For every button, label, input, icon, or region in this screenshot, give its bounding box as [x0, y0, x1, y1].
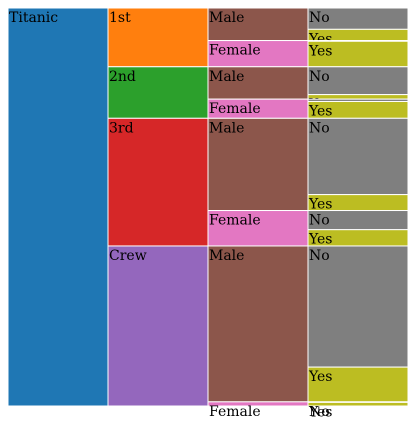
label-titanic-1st-male: Male	[209, 10, 244, 26]
label-titanic-2nd: 2nd	[109, 69, 136, 85]
label-titanic-3rd-male-no: No	[309, 120, 330, 136]
label-titanic-3rd-female-no: No	[309, 213, 330, 229]
cell-titanic	[7, 7, 109, 407]
label-titanic-2nd-male-no: No	[309, 69, 330, 85]
label-titanic-crew-male-no: No	[309, 248, 330, 264]
label-titanic-3rd: 3rd	[109, 120, 134, 136]
label-titanic-crew-female: Female	[209, 404, 261, 420]
icicle-chart: Titanic1stMaleNoYesFemaleNoYes2ndMaleNoY…	[7, 7, 409, 420]
cell-titanic-3rd	[107, 117, 209, 247]
label-titanic-3rd-female-yes: Yes	[308, 232, 333, 248]
label-titanic-1st-female: Female	[209, 43, 261, 59]
label-titanic-3rd-female: Female	[209, 213, 261, 229]
label-titanic-2nd-female: Female	[209, 101, 261, 117]
label-titanic-3rd-male: Male	[209, 120, 244, 136]
label-titanic: Titanic	[9, 10, 58, 26]
label-titanic-1st-male-no: No	[309, 10, 330, 26]
label-titanic-crew-female-yes: Yes	[308, 404, 333, 420]
label-titanic-crew-male-yes: Yes	[308, 369, 333, 385]
label-titanic-crew: Crew	[109, 248, 147, 264]
cell-titanic-crew-male-no	[307, 245, 409, 368]
label-titanic-2nd-male: Male	[209, 69, 244, 85]
cell-titanic-crew-male	[207, 245, 309, 403]
label-titanic-crew-male: Male	[209, 248, 244, 264]
label-titanic-1st-female-yes: Yes	[308, 43, 333, 59]
cell-titanic-crew	[107, 245, 209, 407]
label-titanic-2nd-female-yes: Yes	[308, 103, 333, 119]
label-titanic-1st: 1st	[109, 10, 131, 26]
